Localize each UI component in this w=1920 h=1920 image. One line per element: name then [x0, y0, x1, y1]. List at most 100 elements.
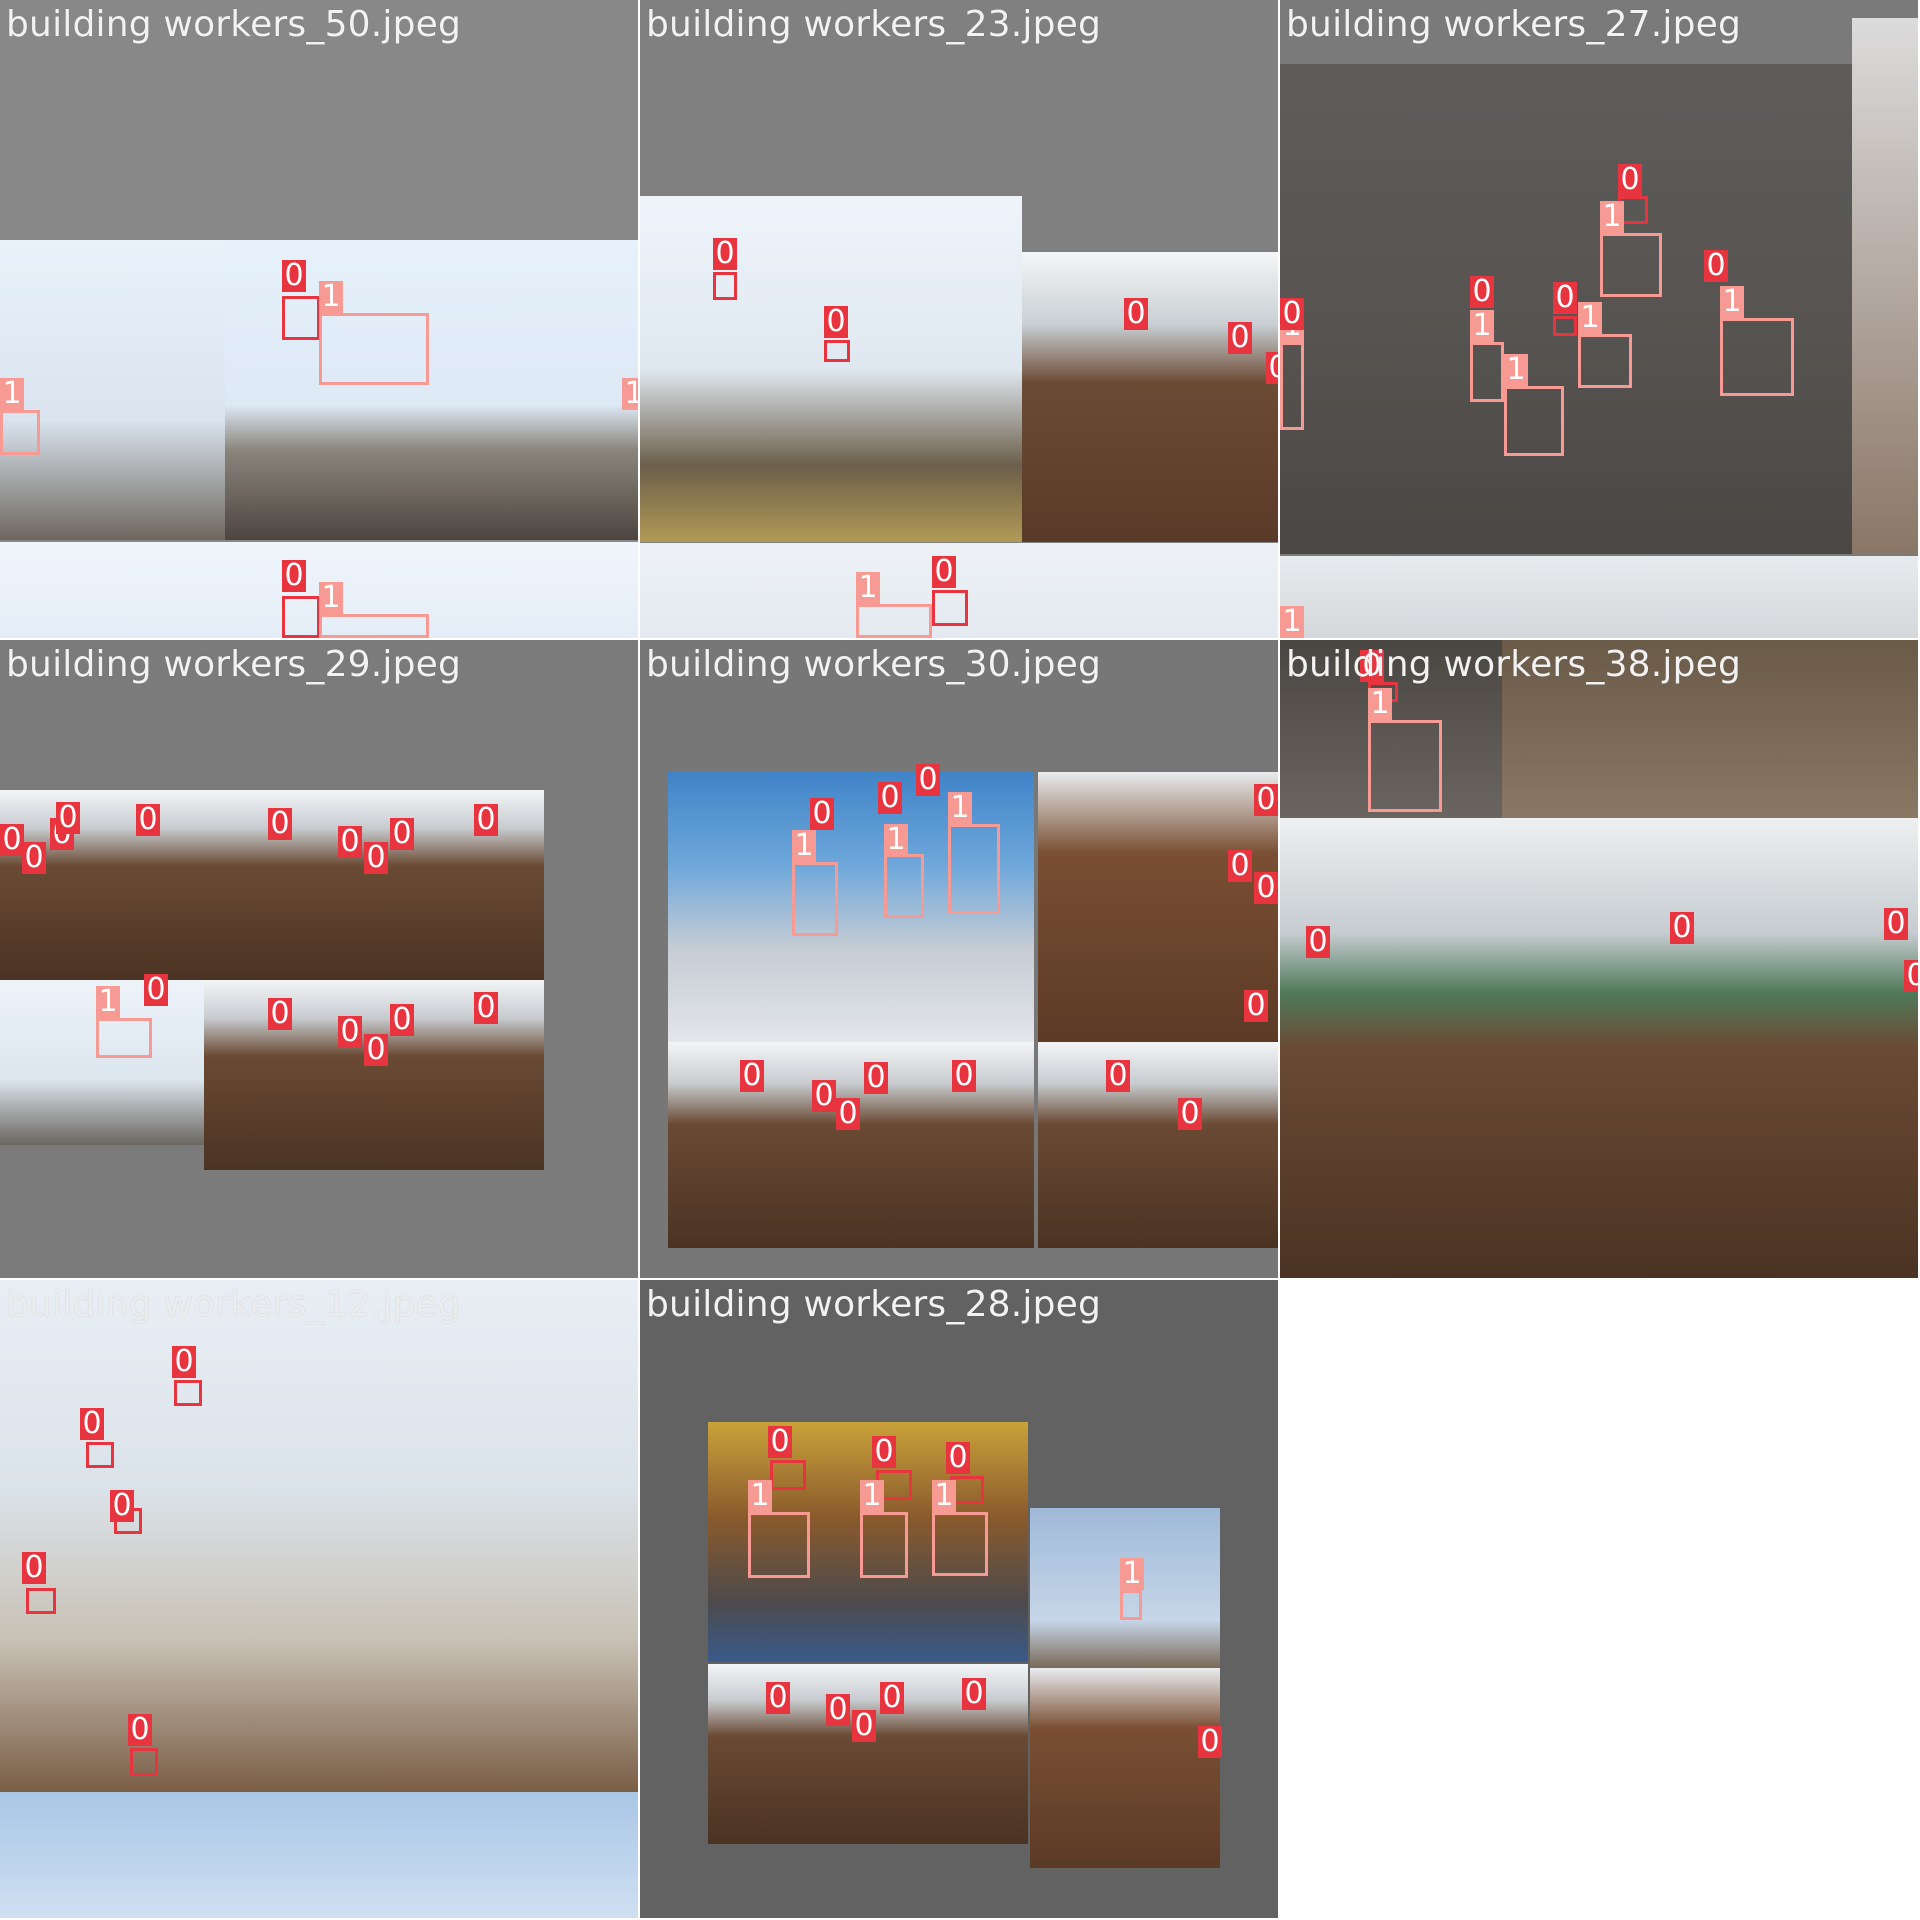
- detection-label: 0: [338, 1016, 362, 1048]
- empty-cell: [1280, 1280, 1920, 1920]
- detection-label: 0: [364, 1034, 388, 1066]
- detection-box-helmet: [86, 1442, 114, 1468]
- detection-box-vest: [856, 604, 932, 638]
- detection-label: 0: [946, 1442, 970, 1474]
- detection-label: 1: [622, 378, 638, 410]
- detection-label: 0: [128, 1714, 152, 1746]
- mosaic-tile-2: building workers_23.jpeg 0 0 0 0 0 1 0: [639, 0, 1279, 639]
- detection-box-helmet: [174, 1380, 202, 1406]
- detection-label: 0: [836, 1098, 860, 1130]
- detection-box-helmet: [770, 1460, 806, 1490]
- detection-label: 0: [713, 238, 737, 270]
- detection-label: 1: [1470, 310, 1494, 342]
- detection-label: 1: [1578, 302, 1602, 334]
- detection-label: 1: [1368, 688, 1392, 720]
- detection-label: 0: [864, 1062, 888, 1094]
- detection-label: 0: [172, 1346, 196, 1378]
- detection-label: 0: [474, 992, 498, 1024]
- detection-label: 0: [852, 1710, 876, 1742]
- detection-label: 0: [1244, 990, 1268, 1022]
- detection-box-helmet: [282, 296, 320, 340]
- tile-2-photo-left: [640, 196, 1022, 542]
- detection-label: 0: [878, 782, 902, 814]
- detection-label: 0: [916, 764, 940, 796]
- detection-label: 0: [952, 1060, 976, 1092]
- detection-label: 0: [768, 1426, 792, 1458]
- detection-label: 0: [110, 1490, 134, 1522]
- detection-label: 0: [268, 998, 292, 1030]
- detection-box-helmet: [824, 340, 850, 362]
- detection-box-vest: [1120, 1590, 1142, 1620]
- detection-label: 0: [364, 842, 388, 874]
- detection-box-vest: [1578, 334, 1632, 388]
- detection-label: 0: [880, 1682, 904, 1714]
- detection-box-vest: [1720, 318, 1794, 396]
- detection-box-vest: [1280, 342, 1304, 430]
- tile-title: building workers_30.jpeg: [646, 644, 1102, 685]
- tile-title: building workers_12.jpeg: [6, 1284, 462, 1325]
- detection-label: 0: [1254, 872, 1278, 904]
- detection-box-helmet: [130, 1748, 158, 1776]
- detection-label: 0: [962, 1678, 986, 1710]
- detection-label: 0: [1904, 960, 1918, 992]
- detection-label: 1: [948, 792, 972, 824]
- detection-label: 0: [56, 802, 80, 834]
- detection-label: 1: [1120, 1558, 1144, 1590]
- detection-label: 0: [1198, 1726, 1222, 1758]
- detection-label: 1: [1720, 286, 1744, 318]
- detection-box-vest: [748, 1512, 810, 1578]
- detection-box-helmet: [713, 272, 737, 300]
- detection-label: 0: [872, 1436, 896, 1468]
- detection-label: 0: [390, 1004, 414, 1036]
- detection-label: 0: [1254, 784, 1278, 816]
- detection-box-vest: [319, 313, 429, 385]
- detection-label: 1: [1504, 354, 1528, 386]
- detection-label: 0: [0, 824, 24, 856]
- detection-label: 0: [1470, 276, 1494, 308]
- detection-label: 0: [1266, 352, 1278, 384]
- tile-title: building workers_38.jpeg: [1286, 644, 1742, 685]
- mosaic-tile-3: building workers_27.jpeg 0 1 0 0 0 1 1 1…: [1279, 0, 1919, 639]
- detection-label: 0: [1280, 298, 1304, 330]
- detection-label: 1: [932, 1480, 956, 1512]
- detection-label: 0: [136, 804, 160, 836]
- detection-label: 0: [474, 804, 498, 836]
- tile-7-photo-bottom: [0, 1792, 638, 1918]
- mosaic-tile-5: building workers_30.jpeg 0 0 0 1 1 1 0 0…: [639, 639, 1279, 1279]
- detection-label: 0: [1704, 250, 1728, 282]
- detection-label: 1: [856, 572, 880, 604]
- mosaic-tile-1: building workers_50.jpeg 0 1 1 1 0 1: [0, 0, 639, 639]
- detection-box-vest: [860, 1512, 908, 1578]
- detection-label: 1: [884, 824, 908, 856]
- detection-label: 1: [1280, 606, 1304, 638]
- detection-box-vest: [96, 1018, 152, 1058]
- detection-box-vest: [948, 824, 1000, 914]
- detection-label: 0: [1884, 908, 1908, 940]
- tile-3-photo-bottom: [1280, 556, 1918, 638]
- detection-label: 0: [1106, 1060, 1130, 1092]
- detection-box-vest: [1470, 342, 1504, 402]
- detection-label: 1: [748, 1480, 772, 1512]
- detection-label: 1: [96, 986, 120, 1018]
- detection-label: 0: [824, 306, 848, 338]
- tile-title: building workers_27.jpeg: [1286, 4, 1742, 45]
- detection-label: 0: [282, 560, 306, 592]
- tile-4-photo-top-left: [0, 790, 204, 980]
- detection-label: 1: [0, 378, 24, 410]
- tile-2-photo-right: [1022, 252, 1278, 542]
- tile-5-photo-bottom-right: [1038, 1042, 1278, 1248]
- detection-label: 0: [826, 1694, 850, 1726]
- mosaic-tile-8: building workers_28.jpeg 0 0 0 1 1 1 1 0…: [639, 1279, 1279, 1919]
- detection-label: 0: [1228, 850, 1252, 882]
- tile-title: building workers_50.jpeg: [6, 4, 462, 45]
- detection-label: 0: [812, 1080, 836, 1112]
- tile-5-photo-top-right: [1038, 772, 1278, 1042]
- detection-label: 0: [1553, 282, 1577, 314]
- detection-box-vest: [792, 862, 838, 936]
- detection-label: 0: [144, 974, 168, 1006]
- detection-box-helmet: [932, 590, 968, 626]
- detection-box-vest: [319, 614, 429, 638]
- detection-label: 0: [390, 818, 414, 850]
- detection-label: 0: [1618, 164, 1642, 196]
- detection-label: 0: [1670, 912, 1694, 944]
